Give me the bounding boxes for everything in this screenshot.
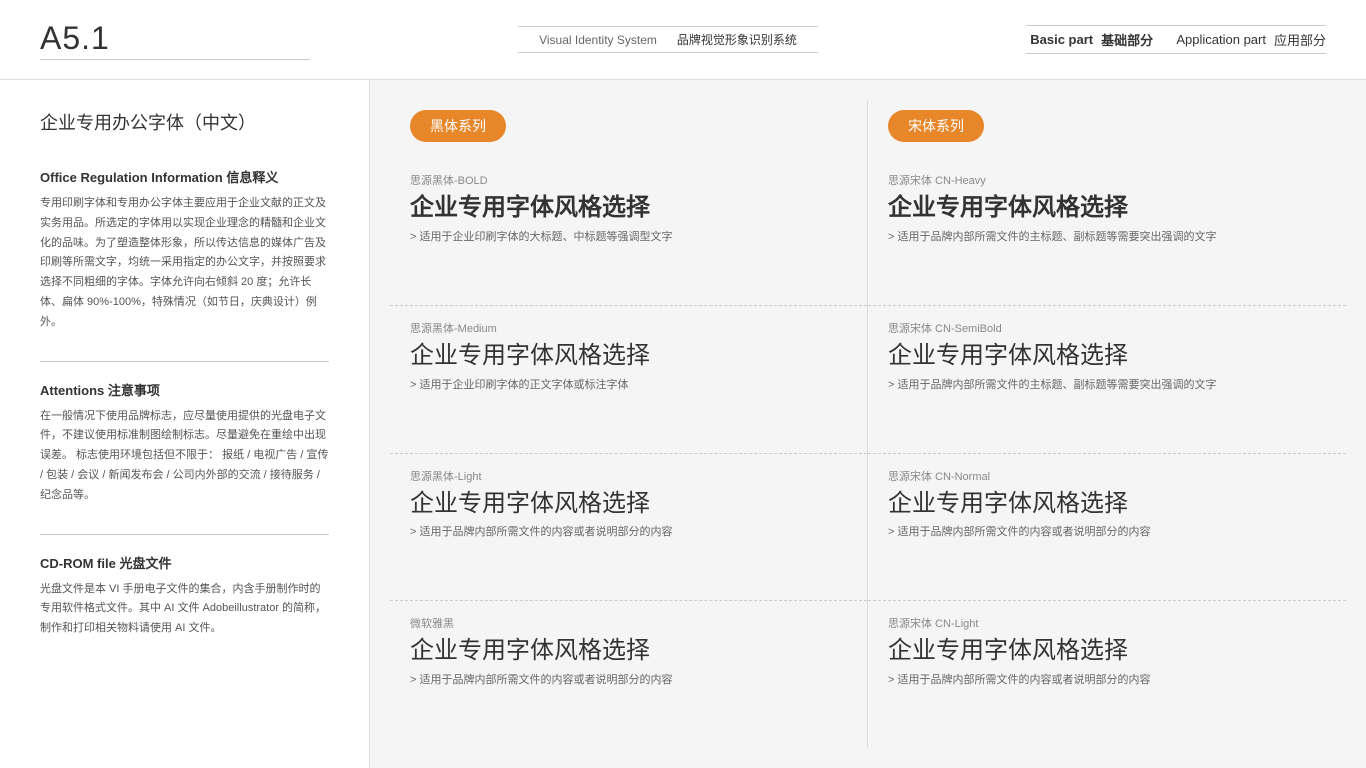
right-font-display-3: 企业专用字体风格选择: [888, 637, 1326, 666]
right-font-subtitle-1: 思源宋体 CN-SemiBold: [888, 320, 1326, 336]
left-font-card-1: 思源黑体-Medium 企业专用字体风格选择 > 适用于企业印刷字体的正文字体或…: [390, 306, 867, 454]
sidebar-block-title-2: CD-ROM file 光盘文件: [40, 553, 329, 572]
left-font-display-2: 企业专用字体风格选择: [410, 490, 847, 519]
right-line-bottom: [1026, 53, 1326, 54]
header-nav: Basic part 基础部分 Application part 应用部分: [1030, 30, 1326, 49]
left-font-display-1: 企业专用字体风格选择: [410, 342, 847, 371]
left-font-subtitle-3: 微软雅黑: [410, 615, 847, 631]
right-font-card-2: 思源宋体 CN-Normal 企业专用字体风格选择 > 适用于品牌内部所需文件的…: [868, 454, 1346, 602]
right-column: 宋体系列 思源宋体 CN-Heavy 企业专用字体风格选择 > 适用于品牌内部所…: [868, 100, 1346, 748]
section-title-en: Visual Identity System: [539, 33, 657, 47]
left-font-card-3: 微软雅黑 企业专用字体风格选择 > 适用于品牌内部所需文件的内容或者说明部分的内…: [390, 601, 867, 748]
sidebar-block-title-0: Office Regulation Information 信息释义: [40, 167, 329, 186]
right-font-desc-1: > 适用于品牌内部所需文件的主标题、副标题等需要突出强调的文字: [888, 377, 1326, 395]
right-font-display-1: 企业专用字体风格选择: [888, 342, 1326, 371]
right-column-header: 宋体系列: [868, 100, 1346, 158]
header-divider: [40, 59, 310, 60]
right-font-subtitle-0: 思源宋体 CN-Heavy: [888, 172, 1326, 188]
right-line-top: [1026, 25, 1326, 26]
right-font-subtitle-2: 思源宋体 CN-Normal: [888, 468, 1326, 484]
header-center: Visual Identity System 品牌视觉形象识别系统: [518, 26, 818, 53]
sidebar-block-1: Attentions 注意事项 在一般情况下使用品牌标志，应尽量使用提供的光盘电…: [40, 380, 329, 506]
right-font-desc-0: > 适用于品牌内部所需文件的主标题、副标题等需要突出强调的文字: [888, 229, 1326, 247]
left-column-header: 黑体系列: [390, 100, 867, 158]
sidebar-block-title-1: Attentions 注意事项: [40, 380, 329, 399]
section-title-cn: 品牌视觉形象识别系统: [677, 31, 797, 48]
left-font-desc-2: > 适用于品牌内部所需文件的内容或者说明部分的内容: [410, 524, 847, 542]
content-grid: 黑体系列 思源黑体-BOLD 企业专用字体风格选择 > 适用于企业印刷字体的大标…: [390, 100, 1346, 748]
left-font-card-0: 思源黑体-BOLD 企业专用字体风格选择 > 适用于企业印刷字体的大标题、中标题…: [390, 158, 867, 306]
nav-basic-en[interactable]: Basic part: [1030, 32, 1093, 47]
left-font-subtitle-1: 思源黑体-Medium: [410, 320, 847, 336]
left-font-subtitle-0: 思源黑体-BOLD: [410, 172, 847, 188]
right-font-desc-3: > 适用于品牌内部所需文件的内容或者说明部分的内容: [888, 672, 1326, 690]
left-badge: 黑体系列: [410, 110, 506, 142]
sidebar-main-title: 企业专用办公字体（中文）: [40, 110, 329, 137]
nav-app-en[interactable]: Application part: [1176, 32, 1266, 47]
left-font-desc-0: > 适用于企业印刷字体的大标题、中标题等强调型文字: [410, 229, 847, 247]
left-column: 黑体系列 思源黑体-BOLD 企业专用字体风格选择 > 适用于企业印刷字体的大标…: [390, 100, 868, 748]
left-font-card-2: 思源黑体-Light 企业专用字体风格选择 > 适用于品牌内部所需文件的内容或者…: [390, 454, 867, 602]
center-line-top: [518, 26, 818, 27]
sidebar-divider-0: [40, 361, 329, 362]
right-font-display-2: 企业专用字体风格选择: [888, 490, 1326, 519]
sidebar-block-text-0: 专用印刷字体和专用办公字体主要应用于企业文献的正文及实务用品。所选定的字体用以实…: [40, 194, 329, 333]
left-font-desc-3: > 适用于品牌内部所需文件的内容或者说明部分的内容: [410, 672, 847, 690]
page-header: A5.1 Visual Identity System 品牌视觉形象识别系统 B…: [0, 0, 1366, 80]
center-line-bottom: [518, 52, 818, 53]
nav-app-cn[interactable]: 应用部分: [1274, 30, 1326, 49]
right-font-desc-2: > 适用于品牌内部所需文件的内容或者说明部分的内容: [888, 524, 1326, 542]
right-font-subtitle-3: 思源宋体 CN-Light: [888, 615, 1326, 631]
left-font-display-3: 企业专用字体风格选择: [410, 637, 847, 666]
header-right: Basic part 基础部分 Application part 应用部分: [1026, 25, 1326, 54]
sidebar-block-text-2: 光盘文件是本 VI 手册电子文件的集合，内含手册制作时的专用软件格式文件。其中 …: [40, 580, 329, 639]
sidebar-block-2: CD-ROM file 光盘文件 光盘文件是本 VI 手册电子文件的集合，内含手…: [40, 553, 329, 639]
nav-basic-cn[interactable]: 基础部分: [1101, 30, 1153, 49]
main-content: 企业专用办公字体（中文） Office Regulation Informati…: [0, 80, 1366, 768]
right-font-card-1: 思源宋体 CN-SemiBold 企业专用字体风格选择 > 适用于品牌内部所需文…: [868, 306, 1346, 454]
page-id: A5.1: [40, 20, 310, 57]
content-area: 黑体系列 思源黑体-BOLD 企业专用字体风格选择 > 适用于企业印刷字体的大标…: [370, 80, 1366, 768]
sidebar-divider-1: [40, 534, 329, 535]
right-badge: 宋体系列: [888, 110, 984, 142]
right-font-display-0: 企业专用字体风格选择: [888, 194, 1326, 223]
right-font-card-3: 思源宋体 CN-Light 企业专用字体风格选择 > 适用于品牌内部所需文件的内…: [868, 601, 1346, 748]
center-labels: Visual Identity System 品牌视觉形象识别系统: [539, 31, 797, 48]
sidebar-block-0: Office Regulation Information 信息释义 专用印刷字…: [40, 167, 329, 333]
sidebar: 企业专用办公字体（中文） Office Regulation Informati…: [0, 80, 370, 768]
left-font-subtitle-2: 思源黑体-Light: [410, 468, 847, 484]
right-font-card-0: 思源宋体 CN-Heavy 企业专用字体风格选择 > 适用于品牌内部所需文件的主…: [868, 158, 1346, 306]
left-font-desc-1: > 适用于企业印刷字体的正文字体或标注字体: [410, 377, 847, 395]
header-left: A5.1: [40, 20, 310, 60]
sidebar-block-text-1: 在一般情况下使用品牌标志，应尽量使用提供的光盘电子文件，不建议使用标准制图绘制标…: [40, 407, 329, 506]
left-font-display-0: 企业专用字体风格选择: [410, 194, 847, 223]
